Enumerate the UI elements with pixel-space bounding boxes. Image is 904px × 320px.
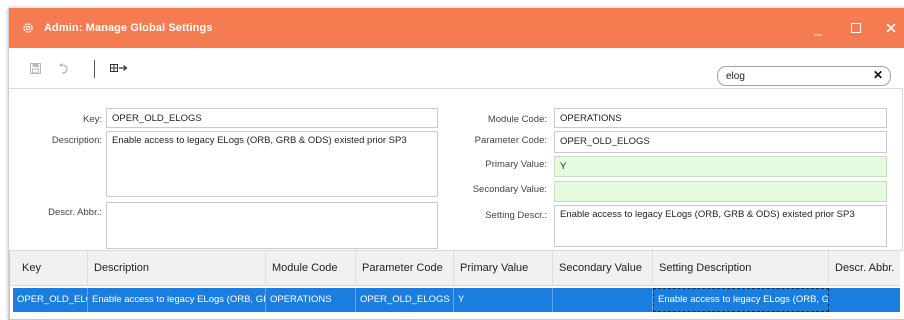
secondary-value-field[interactable]	[554, 181, 887, 202]
setting-descr-label: Setting Descr.:	[485, 210, 547, 221]
column-header-setting-description[interactable]: Setting Description	[653, 251, 829, 286]
column-header-primary-value[interactable]: Primary Value	[454, 251, 553, 286]
title-bar: Admin: Manage Global Settings _	[9, 8, 904, 48]
maximize-button[interactable]	[842, 8, 870, 48]
parameter-code-label: Parameter Code:	[474, 135, 547, 146]
cell-key[interactable]: OPER_OLD_ELOGS	[13, 288, 88, 312]
search-input[interactable]	[726, 69, 866, 83]
cell-parameter-code[interactable]: OPER_OLD_ELOGS	[356, 288, 454, 312]
settings-window: Admin: Manage Global Settings _ elog ✕ K…	[8, 8, 904, 320]
description-field[interactable]: Enable access to legacy ELogs (ORB, GRB …	[106, 131, 438, 197]
module-code-label: Module Code:	[487, 114, 547, 125]
cell-descr-abbr[interactable]	[829, 288, 900, 312]
cell-description[interactable]: Enable access to legacy ELogs (ORB, GRB …	[88, 288, 266, 312]
search-box: ✕	[717, 66, 891, 86]
descr-abbr-label: Descr. Abbr.:	[48, 207, 102, 218]
setting-descr-field[interactable]: Enable access to legacy ELogs (ORB, GRB …	[554, 205, 887, 247]
close-button[interactable]	[877, 8, 904, 48]
primary-value-field[interactable]: Y	[554, 156, 887, 177]
primary-value-label: Primary Value:	[485, 159, 547, 170]
minimize-button[interactable]: _	[804, 8, 832, 48]
window-title: Admin: Manage Global Settings	[44, 22, 213, 34]
grid-export-icon[interactable]	[110, 61, 128, 75]
column-header-key[interactable]: Key	[16, 251, 88, 286]
detail-form: Key: OPER_OLD_ELOGS Description: Enable …	[9, 88, 903, 251]
undo-icon[interactable]	[56, 61, 70, 75]
cell-primary-value[interactable]: Y	[454, 288, 553, 312]
column-header-parameter-code[interactable]: Parameter Code	[356, 251, 454, 286]
parameter-code-field[interactable]: OPER_OLD_ELOGS	[554, 131, 887, 153]
clear-search-button[interactable]: ✕	[873, 68, 883, 82]
description-label: Description:	[51, 135, 102, 146]
key-field[interactable]: OPER_OLD_ELOGS	[106, 108, 438, 128]
descr-abbr-field[interactable]	[106, 202, 438, 249]
column-header-descr-abbr[interactable]: Descr. Abbr.	[829, 251, 900, 286]
settings-grid: Key Description Module Code Parameter Co…	[9, 251, 900, 320]
module-code-field[interactable]: OPERATIONS	[554, 108, 887, 128]
column-header-module-code[interactable]: Module Code	[266, 251, 356, 286]
secondary-value-label: Secondary Value:	[472, 184, 547, 195]
save-icon[interactable]	[28, 61, 42, 75]
toolbar-divider	[94, 60, 95, 78]
key-label: Key:	[82, 114, 102, 125]
toolbar: ✕	[9, 48, 904, 88]
cell-secondary-value[interactable]	[553, 288, 653, 312]
grid-header: Key Description Module Code Parameter Co…	[10, 251, 900, 286]
gear-icon	[21, 21, 35, 35]
table-row[interactable]: OPER_OLD_ELOGS Enable access to legacy E…	[13, 288, 900, 312]
column-header-secondary-value[interactable]: Secondary Value	[553, 251, 653, 286]
cell-module-code[interactable]: OPERATIONS	[266, 288, 356, 312]
column-header-description[interactable]: Description	[88, 251, 266, 286]
cell-setting-description[interactable]: Enable access to legacy ELogs (ORB, GRB …	[653, 288, 829, 312]
